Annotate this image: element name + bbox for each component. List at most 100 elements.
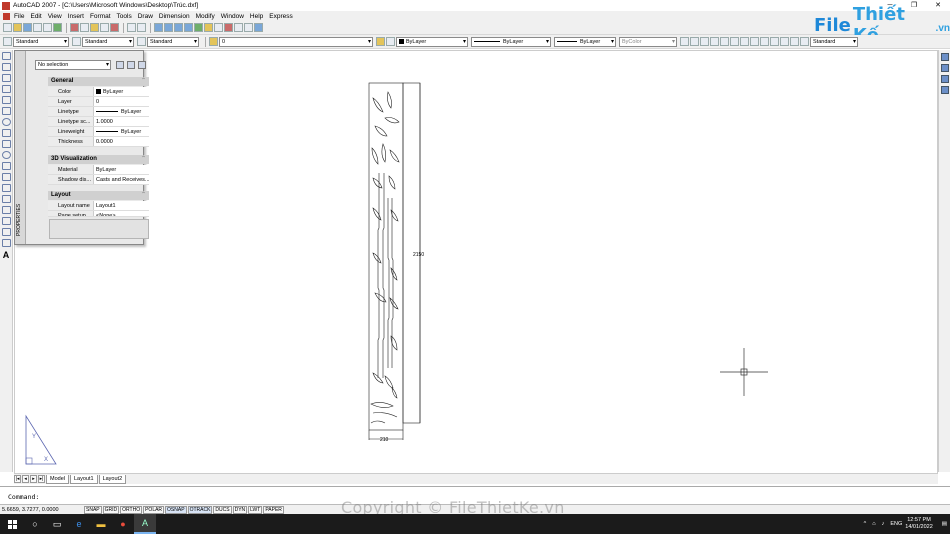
design-center-icon[interactable] — [204, 23, 213, 32]
dimension-angular-icon[interactable] — [730, 37, 739, 46]
new-file-icon[interactable] — [3, 23, 12, 32]
dimension-diameter-icon[interactable] — [720, 37, 729, 46]
otrack-toggle[interactable]: OTRACK — [187, 505, 213, 514]
spline-icon[interactable] — [2, 140, 11, 148]
language-indicator[interactable]: ENG — [890, 521, 902, 527]
prop-row-shadow-display[interactable]: Shadow dis... Casts and Receives... — [48, 175, 149, 185]
properties-palette-titlebar[interactable]: PROPERTIES — [15, 51, 26, 244]
menu-insert[interactable]: Insert — [68, 13, 84, 20]
tab-layout1[interactable]: Layout1 — [69, 474, 98, 484]
lwt-toggle[interactable]: LWT — [248, 505, 263, 514]
collapse-icon[interactable]: ⌃ — [141, 155, 146, 164]
polyline-icon[interactable] — [2, 74, 11, 82]
prop-row-layer[interactable]: Layer 0 — [48, 97, 149, 107]
tab-prev-icon[interactable]: ◂ — [22, 475, 29, 483]
layer-select[interactable]: 0 — [219, 36, 373, 47]
search-icon[interactable]: ○ — [24, 514, 46, 534]
section-layout[interactable]: Layout ⌃ — [48, 191, 149, 200]
ellipse-arc-icon[interactable] — [2, 162, 11, 170]
tool-palettes-icon[interactable] — [214, 23, 223, 32]
prop-row-linetype[interactable]: Linetype ByLayer — [48, 107, 149, 117]
sheet-set-icon[interactable] — [224, 23, 233, 32]
baseline-dimension-icon[interactable] — [750, 37, 759, 46]
redo-icon[interactable] — [137, 23, 146, 32]
bamboo-panel-drawing[interactable]: 2150 210 — [355, 78, 435, 448]
zoom-realtime-icon[interactable] — [164, 23, 173, 32]
open-file-icon[interactable] — [13, 23, 22, 32]
polar-toggle[interactable]: POLAR — [143, 505, 165, 514]
osnap-toggle[interactable]: OSNAP — [165, 505, 187, 514]
prop-row-lineweight[interactable]: Lineweight ByLayer — [48, 127, 149, 137]
collapse-icon[interactable]: ⌃ — [141, 191, 146, 200]
dim-style-icon[interactable] — [72, 37, 81, 46]
text-style-icon[interactable] — [3, 37, 12, 46]
dimension-ordinate-icon[interactable] — [700, 37, 709, 46]
circle-icon[interactable] — [2, 118, 11, 126]
menu-dimension[interactable]: Dimension — [159, 13, 190, 20]
layer-manager-icon[interactable] — [209, 37, 218, 46]
prop-row-thickness[interactable]: Thickness 0.0000 — [48, 137, 149, 147]
network-icon[interactable]: ⌂ — [872, 521, 875, 527]
prop-row-material[interactable]: Material ByLayer — [48, 165, 149, 175]
tab-model[interactable]: Model — [46, 474, 69, 484]
rectangle-icon[interactable] — [2, 96, 11, 104]
pan-icon[interactable] — [154, 23, 163, 32]
menu-help[interactable]: Help — [250, 13, 263, 20]
selection-dropdown[interactable]: No selection — [35, 60, 111, 70]
quick-dimension-icon[interactable] — [740, 37, 749, 46]
gradient-icon[interactable] — [2, 217, 11, 225]
linetype-select[interactable]: ByLayer — [471, 36, 551, 47]
toggle-pickadd-icon[interactable] — [116, 61, 124, 69]
ducs-toggle[interactable]: DUCS — [213, 505, 232, 514]
publish-icon[interactable] — [53, 23, 62, 32]
tolerance-icon[interactable] — [770, 37, 779, 46]
menu-draw[interactable]: Draw — [138, 13, 153, 20]
center-mark-icon[interactable] — [780, 37, 789, 46]
undo-icon[interactable] — [127, 23, 136, 32]
calculator-icon[interactable] — [244, 23, 253, 32]
document-icon[interactable] — [3, 12, 10, 20]
snap-toggle[interactable]: SNAP — [84, 505, 102, 514]
grid-toggle[interactable]: GRID — [102, 505, 120, 514]
hatch-icon[interactable] — [2, 206, 11, 214]
insert-block-icon[interactable] — [2, 173, 11, 181]
mirror-icon[interactable] — [941, 75, 949, 83]
construction-line-icon[interactable] — [2, 63, 11, 71]
dim-style-select[interactable]: Standard — [82, 36, 134, 47]
make-block-icon[interactable] — [2, 184, 11, 192]
color-select[interactable]: ByLayer — [396, 36, 468, 47]
cut-icon[interactable] — [70, 23, 79, 32]
tab-layout2[interactable]: Layout2 — [98, 474, 127, 484]
menu-tools[interactable]: Tools — [117, 13, 132, 20]
help-icon[interactable] — [254, 23, 263, 32]
menu-format[interactable]: Format — [90, 13, 111, 20]
zoom-window-icon[interactable] — [174, 23, 183, 32]
dimension-update-icon[interactable] — [800, 37, 809, 46]
select-objects-icon[interactable] — [127, 61, 135, 69]
dimension-linear-icon[interactable] — [680, 37, 689, 46]
drawing-canvas[interactable] — [14, 50, 938, 474]
prop-row-page-setup[interactable]: Page setup... <None> — [48, 211, 149, 217]
tray-chevron-icon[interactable]: ^ — [864, 521, 867, 527]
plot-preview-icon[interactable] — [43, 23, 52, 32]
copy-object-icon[interactable] — [941, 64, 949, 72]
markup-icon[interactable] — [234, 23, 243, 32]
block-editor-icon[interactable] — [110, 23, 119, 32]
quick-select-icon[interactable] — [138, 61, 146, 69]
ellipse-icon[interactable] — [2, 151, 11, 159]
match-properties-icon[interactable] — [100, 23, 109, 32]
edge-browser-icon[interactable]: e — [68, 514, 90, 534]
menu-edit[interactable]: Edit — [30, 13, 41, 20]
section-3d-visualization[interactable]: 3D Visualization ⌃ — [48, 155, 149, 164]
layer-previous-icon[interactable] — [386, 37, 395, 46]
revision-cloud-icon[interactable] — [2, 129, 11, 137]
prop-row-linetype-scale[interactable]: Linetype sc... 1.0000 — [48, 117, 149, 127]
multiline-text-icon[interactable]: A — [0, 250, 12, 260]
tab-last-icon[interactable]: ▸| — [38, 475, 45, 483]
dimension-edit-icon[interactable] — [790, 37, 799, 46]
region-icon[interactable] — [2, 228, 11, 236]
menu-view[interactable]: View — [48, 13, 62, 20]
plotstyle-select[interactable]: ByColor — [619, 36, 677, 47]
section-general[interactable]: General ⌃ — [48, 77, 149, 86]
tab-next-icon[interactable]: ▸ — [30, 475, 37, 483]
